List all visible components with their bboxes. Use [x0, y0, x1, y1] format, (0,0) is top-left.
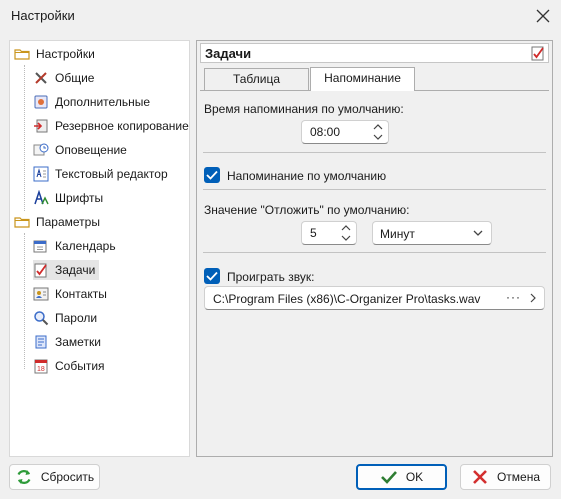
title-bar: Настройки: [0, 0, 561, 32]
tree-group-settings[interactable]: Настройки: [14, 44, 95, 64]
tree-guide-line: [24, 233, 25, 369]
tree-item-notes[interactable]: Заметки: [33, 332, 101, 352]
tree-item-tasks[interactable]: Задачи: [33, 260, 100, 280]
settings-tree: Настройки Общие Дополнительные Резервное…: [9, 40, 190, 457]
tree-group-label: Настройки: [36, 47, 95, 61]
tree-item-contacts[interactable]: Контакты: [33, 284, 107, 304]
font-icon: [34, 190, 49, 205]
advanced-settings-icon: [34, 95, 48, 109]
window-title: Настройки: [11, 8, 75, 23]
tree-item-backup[interactable]: Резервное копирование: [33, 116, 189, 136]
default-reminder-checkbox[interactable]: [204, 167, 220, 183]
sound-file-field[interactable]: C:\Program Files (x86)\C-Organizer Pro\t…: [204, 286, 545, 310]
tools-icon: [35, 72, 47, 84]
cross-icon: [473, 470, 487, 484]
snooze-unit-value: Минут: [380, 227, 415, 241]
svg-text:18: 18: [37, 366, 45, 373]
play-sound-label[interactable]: Проиграть звук:: [227, 270, 314, 284]
backup-icon: [34, 119, 48, 133]
folder-icon: [14, 49, 30, 60]
tree-item-label: Текстовый редактор: [55, 167, 168, 181]
tree-group-label: Параметры: [36, 215, 100, 229]
panel-header: Задачи: [200, 43, 549, 63]
reminder-time-label: Время напоминания по умолчанию:: [204, 102, 404, 116]
tree-item-label: Общие: [55, 71, 95, 85]
tree-item-advanced[interactable]: Дополнительные: [33, 92, 150, 112]
snooze-label: Значение "Отложить" по умолчанию:: [204, 203, 410, 217]
cancel-label: Отмена: [496, 470, 541, 484]
tree-item-notification[interactable]: Оповещение: [33, 140, 127, 160]
reset-button[interactable]: Сбросить: [9, 464, 100, 490]
tree-item-text-editor[interactable]: Текстовый редактор: [33, 164, 168, 184]
reminder-time-stepper[interactable]: 08:00: [301, 120, 389, 144]
sound-file-path: C:\Program Files (x86)\C-Organizer Pro\t…: [213, 292, 481, 306]
tree-item-label: Пароли: [55, 311, 98, 325]
tree-item-label: Заметки: [55, 335, 101, 349]
notes-icon: [35, 335, 47, 349]
tasks-icon: [34, 263, 47, 278]
default-reminder-label[interactable]: Напоминание по умолчанию: [227, 169, 386, 183]
calendar-icon: [33, 240, 47, 253]
snooze-unit-select[interactable]: Минут: [372, 221, 492, 245]
tree-item-label: Шрифты: [55, 191, 104, 205]
spin-arrows-icon[interactable]: [340, 224, 352, 242]
tree-group-parameters[interactable]: Параметры: [14, 212, 100, 232]
ok-label: OK: [405, 470, 424, 484]
chevron-down-icon: [473, 230, 483, 236]
separator: [203, 152, 546, 153]
reminder-time-value: 08:00: [310, 125, 341, 139]
tab-label: Напоминание: [324, 71, 401, 85]
check-icon: [206, 271, 218, 281]
reset-label: Сбросить: [40, 470, 95, 484]
chevron-right-icon[interactable]: [530, 293, 536, 303]
tree-item-label: События: [55, 359, 105, 373]
tab-reminder[interactable]: Напоминание: [310, 67, 415, 91]
refresh-icon: [17, 470, 31, 484]
folder-icon: [14, 217, 30, 228]
tree-item-events[interactable]: 18 События: [33, 356, 105, 376]
tab-label: Таблица: [232, 72, 281, 86]
spin-arrows-icon[interactable]: [372, 123, 384, 141]
tasks-icon: [531, 46, 544, 61]
separator: [203, 189, 546, 190]
contacts-icon: [33, 287, 49, 301]
tree-item-label: Оповещение: [55, 143, 127, 157]
tree-item-passwords[interactable]: Пароли: [33, 308, 97, 328]
tree-item-label: Дополнительные: [55, 95, 150, 109]
text-editor-icon: [33, 166, 49, 182]
browse-button[interactable]: ···: [506, 290, 521, 304]
tree-item-calendar[interactable]: Календарь: [33, 236, 116, 256]
tree-item-general[interactable]: Общие: [33, 68, 94, 88]
password-search-icon: [34, 311, 49, 326]
cancel-button[interactable]: Отмена: [460, 464, 551, 490]
events-calendar-icon: 18: [34, 359, 48, 374]
separator: [203, 252, 546, 253]
tree-item-label: Задачи: [55, 263, 96, 277]
tree-item-fonts[interactable]: Шрифты: [33, 188, 103, 208]
snooze-stepper[interactable]: 5: [301, 221, 357, 245]
tree-guide-line: [24, 65, 25, 211]
play-sound-checkbox[interactable]: [204, 268, 220, 284]
close-icon[interactable]: [533, 6, 553, 26]
check-icon: [206, 170, 218, 180]
tree-item-label: Резервное копирование: [55, 119, 189, 133]
ok-button[interactable]: OK: [356, 464, 447, 490]
tree-item-label: Контакты: [55, 287, 107, 301]
panel-title: Задачи: [205, 46, 252, 61]
checkmark-icon: [380, 471, 397, 484]
tree-item-label: Календарь: [55, 239, 116, 253]
clock-icon: [33, 143, 49, 156]
snooze-value: 5: [310, 226, 317, 240]
tab-table[interactable]: Таблица: [204, 68, 309, 90]
